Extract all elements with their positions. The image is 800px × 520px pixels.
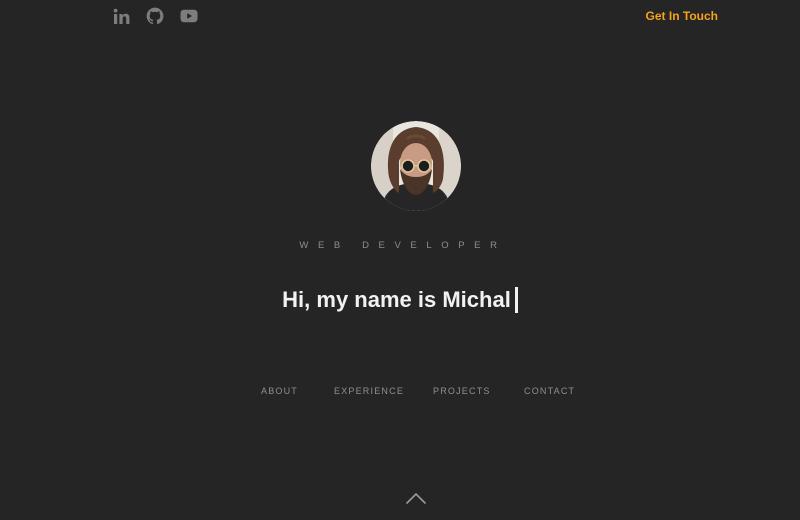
linkedin-icon[interactable]: [112, 6, 130, 26]
top-bar: Get In Touch: [0, 0, 800, 32]
social-links: [112, 6, 198, 26]
chevron-up-icon[interactable]: [405, 491, 427, 505]
youtube-icon[interactable]: [180, 6, 198, 26]
role-tagline: WEB DEVELOPER: [299, 240, 507, 251]
nav-projects[interactable]: PROJECTS: [433, 386, 491, 396]
headline: Hi, my name is Michal: [282, 287, 511, 312]
page: Get In Touch WEB DEVELOPER Hi, my name i…: [0, 0, 800, 520]
nav-experience[interactable]: EXPERIENCE: [334, 386, 404, 396]
avatar: [371, 121, 461, 211]
nav-about[interactable]: ABOUT: [261, 386, 298, 396]
get-in-touch-link[interactable]: Get In Touch: [646, 9, 718, 23]
nav-contact[interactable]: CONTACT: [524, 386, 575, 396]
headline-container: Hi, my name is Michal: [0, 287, 800, 321]
github-icon[interactable]: [146, 6, 164, 26]
typing-caret: [514, 287, 518, 313]
